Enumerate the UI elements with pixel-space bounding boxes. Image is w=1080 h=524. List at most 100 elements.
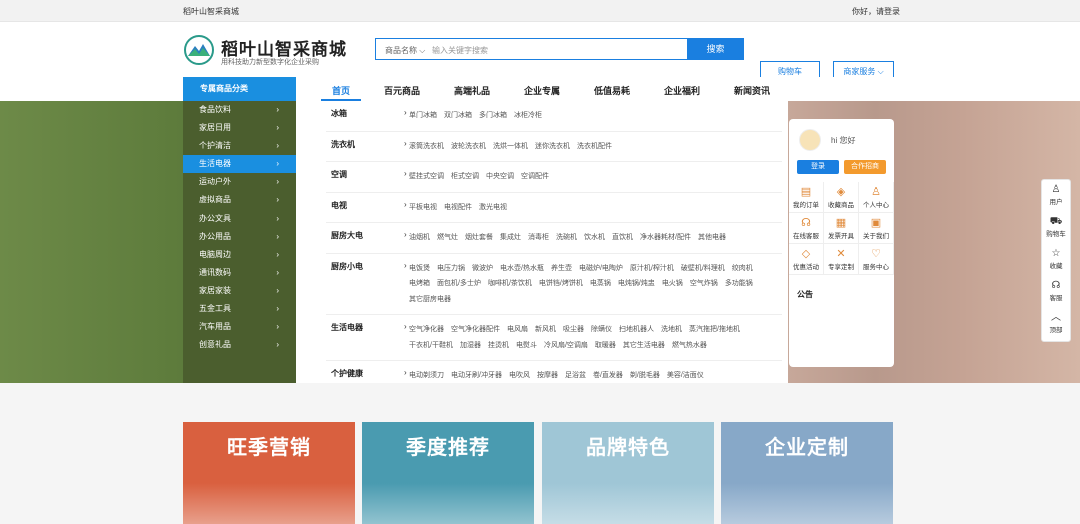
- mega-row-label[interactable]: 生活电器: [331, 322, 363, 333]
- mega-item-link[interactable]: 油烟机: [409, 234, 430, 241]
- mega-row-label[interactable]: 个护健康: [331, 368, 363, 379]
- mega-item-link[interactable]: 空气炸锅: [690, 280, 718, 287]
- nav-welfare[interactable]: 企业福利: [664, 84, 700, 97]
- mega-item-link[interactable]: 其他电器: [698, 234, 726, 241]
- mega-item-link[interactable]: 除螨仪: [591, 326, 612, 333]
- promo-tile[interactable]: 企业定制: [721, 422, 893, 524]
- mega-item-link[interactable]: 电火锅: [662, 280, 683, 287]
- user-shortcut-about[interactable]: ▣ 关于我们: [859, 213, 894, 244]
- sidebar-item-home-decor[interactable]: 家居家装 ›: [183, 282, 296, 300]
- float-top-button[interactable]: ︿ 顶部: [1042, 308, 1070, 340]
- float-star-button[interactable]: ☆ 收藏: [1042, 244, 1070, 276]
- mega-item-link[interactable]: 消毒柜: [528, 234, 549, 241]
- mega-item-link[interactable]: 柜式空调: [451, 173, 479, 180]
- mega-item-link[interactable]: 电风扇: [507, 326, 528, 333]
- mega-item-link[interactable]: 冰柜冷柜: [514, 112, 542, 119]
- mega-item-link[interactable]: 挂烫机: [488, 342, 509, 349]
- mega-item-link[interactable]: 迷你洗衣机: [535, 143, 570, 150]
- sidebar-item-virtual[interactable]: 虚拟商品 ›: [183, 191, 296, 209]
- search-category-select[interactable]: 商品名称 ⌵: [385, 45, 425, 56]
- nav-hundred-yuan[interactable]: 百元商品: [384, 84, 420, 97]
- mega-item-link[interactable]: 电磁炉/电陶炉: [579, 265, 623, 272]
- nav-premium-gifts[interactable]: 高端礼品: [454, 84, 490, 97]
- user-shortcut-invoice[interactable]: ▦ 发票开具: [824, 213, 859, 244]
- mega-item-link[interactable]: 加湿器: [460, 342, 481, 349]
- mega-item-link[interactable]: 洗地机: [661, 326, 682, 333]
- user-shortcut-user[interactable]: ♙ 个人中心: [859, 182, 894, 213]
- mega-row-label[interactable]: 电视: [331, 200, 347, 211]
- mega-item-link[interactable]: 激光电视: [479, 204, 507, 211]
- nav-enterprise-exclusive[interactable]: 企业专属: [524, 84, 560, 97]
- mega-item-link[interactable]: 燃气热水器: [672, 342, 707, 349]
- mega-item-link[interactable]: 干衣机/干鞋机: [409, 342, 453, 349]
- mega-item-link[interactable]: 电水壶/热水瓶: [500, 265, 544, 272]
- sidebar-item-outdoor[interactable]: 运动户外 ›: [183, 173, 296, 191]
- mega-item-link[interactable]: 电视配件: [444, 204, 472, 211]
- sidebar-item-creative-gifts[interactable]: 创意礼品 ›: [183, 336, 296, 354]
- nav-low-value[interactable]: 低值易耗: [594, 84, 630, 97]
- mega-item-link[interactable]: 滚筒洗衣机: [409, 143, 444, 150]
- brand-logo-icon[interactable]: [183, 34, 215, 66]
- mega-item-link[interactable]: 吸尘器: [563, 326, 584, 333]
- mega-item-link[interactable]: 冷风扇/空调扇: [544, 342, 588, 349]
- join-merchant-button[interactable]: 合作招商: [844, 160, 886, 174]
- mega-item-link[interactable]: 电吹风: [509, 372, 530, 379]
- mega-item-link[interactable]: 电压力锅: [437, 265, 465, 272]
- mega-item-link[interactable]: 按摩器: [537, 372, 558, 379]
- mega-item-link[interactable]: 蒸汽拖把/拖地机: [689, 326, 740, 333]
- mega-item-link[interactable]: 取暖器: [595, 342, 616, 349]
- search-button[interactable]: 搜索: [687, 38, 744, 60]
- search-input[interactable]: 输入关键字搜索: [432, 45, 488, 56]
- mega-item-link[interactable]: 电动剃须刀: [409, 372, 444, 379]
- mega-row-label[interactable]: 洗衣机: [331, 139, 355, 150]
- float-user-button[interactable]: ♙ 用户: [1042, 180, 1070, 212]
- mega-item-link[interactable]: 新风机: [535, 326, 556, 333]
- mega-item-link[interactable]: 咖啡机/茶饮机: [488, 280, 532, 287]
- mega-item-link[interactable]: 波轮洗衣机: [451, 143, 486, 150]
- mega-item-link[interactable]: 电饼铛/烤饼机: [539, 280, 583, 287]
- promo-tile[interactable]: 品牌特色: [542, 422, 714, 524]
- mega-item-link[interactable]: 美容/洁面仪: [667, 372, 704, 379]
- mega-item-link[interactable]: 净水器耗材/配件: [640, 234, 691, 241]
- user-shortcut-favorite[interactable]: ◈ 收藏商品: [824, 182, 859, 213]
- mega-item-link[interactable]: 空调配件: [521, 173, 549, 180]
- mega-item-link[interactable]: 微波炉: [472, 265, 493, 272]
- mega-item-link[interactable]: 养生壶: [551, 265, 572, 272]
- float-headset-button[interactable]: ☊ 客服: [1042, 276, 1070, 308]
- user-shortcut-order[interactable]: ▤ 我的订单: [789, 182, 824, 213]
- login-link[interactable]: 你好，请登录: [852, 6, 900, 17]
- avatar[interactable]: [799, 129, 821, 151]
- mega-item-link[interactable]: 破壁机/料理机: [681, 265, 725, 272]
- nav-news[interactable]: 新闻资讯: [734, 84, 770, 97]
- mega-item-link[interactable]: 面包机/多士炉: [437, 280, 481, 287]
- mega-item-link[interactable]: 其它厨房电器: [409, 296, 451, 303]
- sidebar-item-office[interactable]: 办公用品 ›: [183, 228, 296, 246]
- mega-row-label[interactable]: 冰箱: [331, 108, 347, 119]
- sidebar-item-personal-care[interactable]: 个护清洁 ›: [183, 137, 296, 155]
- mega-item-link[interactable]: 饮水机: [584, 234, 605, 241]
- mega-item-link[interactable]: 平板电视: [409, 204, 437, 211]
- promo-tile[interactable]: 旺季营销: [183, 422, 355, 524]
- mega-item-link[interactable]: 扫地机器人: [619, 326, 654, 333]
- mega-item-link[interactable]: 中央空调: [486, 173, 514, 180]
- sidebar-item-appliances[interactable]: 生活电器 ›: [183, 155, 296, 174]
- user-shortcut-heart[interactable]: ♡ 服务中心: [859, 244, 894, 275]
- mega-item-link[interactable]: 电烤箱: [409, 280, 430, 287]
- login-button[interactable]: 登录: [797, 160, 839, 174]
- mega-item-link[interactable]: 集成灶: [500, 234, 521, 241]
- mega-item-link[interactable]: 燃气灶: [437, 234, 458, 241]
- mega-row-label[interactable]: 空调: [331, 169, 347, 180]
- category-menu-title[interactable]: 专属商品分类: [183, 77, 296, 101]
- mega-item-link[interactable]: 电炖锅/炖盅: [618, 280, 655, 287]
- float-cart-button[interactable]: ⛟ 购物车: [1042, 212, 1070, 244]
- sidebar-item-computer[interactable]: 电脑周边 ›: [183, 246, 296, 264]
- promo-tile[interactable]: 季度推荐: [362, 422, 534, 524]
- mega-item-link[interactable]: 其它生活电器: [623, 342, 665, 349]
- mega-item-link[interactable]: 多门冰箱: [479, 112, 507, 119]
- sidebar-item-food[interactable]: 食品饮料 ›: [183, 101, 296, 119]
- mega-item-link[interactable]: 多功能锅: [725, 280, 753, 287]
- mega-item-link[interactable]: 空气净化器: [409, 326, 444, 333]
- mega-item-link[interactable]: 洗衣机配件: [577, 143, 612, 150]
- user-shortcut-service[interactable]: ☊ 在线客服: [789, 213, 824, 244]
- mega-item-link[interactable]: 电熨斗: [516, 342, 537, 349]
